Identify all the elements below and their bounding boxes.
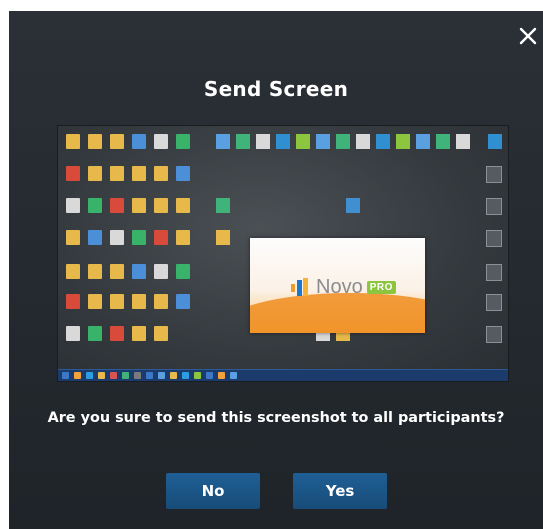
taskbar-app-icon (86, 372, 93, 379)
novo-logo: Novo PRO (288, 275, 396, 299)
screenshot-preview: Novo PRO (57, 125, 509, 382)
desktop-file-icon (176, 294, 190, 309)
desktop-file-icon (176, 198, 190, 213)
desktop-file-icon (66, 230, 80, 245)
desktop-file-icon (154, 326, 168, 341)
desktop-file-icon (88, 166, 102, 181)
desktop-file-icon (316, 134, 330, 149)
desktop-file-icon (488, 134, 502, 149)
desktop-file-icon (486, 230, 502, 247)
send-screen-dialog: Send Screen Novo PRO Are you sure to sen… (9, 11, 543, 529)
desktop-file-icon (154, 166, 168, 181)
desktop-file-icon (436, 134, 450, 149)
novo-splash: Novo PRO (250, 238, 425, 333)
taskbar-app-icon (194, 372, 201, 379)
desktop-file-icon (176, 134, 190, 149)
desktop-file-icon (416, 134, 430, 149)
desktop-file-icon (154, 264, 168, 279)
taskbar-app-icon (158, 372, 165, 379)
desktop-file-icon (154, 134, 168, 149)
desktop-file-icon (336, 134, 350, 149)
desktop-file-icon (176, 264, 190, 279)
desktop-file-icon (88, 264, 102, 279)
desktop-file-icon (132, 264, 146, 279)
desktop-file-icon (88, 326, 102, 341)
desktop-file-icon (110, 166, 124, 181)
taskbar-app-icon (134, 372, 141, 379)
desktop-file-icon (88, 198, 102, 213)
desktop-file-icon (396, 134, 410, 149)
novo-logo-icon (291, 278, 308, 296)
pro-badge: PRO (366, 280, 396, 294)
desktop-file-icon (110, 264, 124, 279)
desktop-file-icon (132, 198, 146, 213)
desktop-file-icon (132, 294, 146, 309)
desktop-file-icon (110, 198, 124, 213)
taskbar-app-icon (122, 372, 129, 379)
confirmation-question: Are you sure to send this screenshot to … (47, 410, 505, 426)
desktop-file-icon (176, 230, 190, 245)
taskbar-app-icon (230, 372, 237, 379)
desktop-file-icon (66, 264, 80, 279)
desktop-file-icon (154, 198, 168, 213)
splash-swoosh (250, 293, 425, 333)
desktop-file-icon (110, 326, 124, 341)
desktop-file-icon (66, 134, 80, 149)
desktop-file-icon (132, 166, 146, 181)
desktop-file-icon (132, 326, 146, 341)
desktop-file-icon (486, 198, 502, 215)
desktop-file-icon (66, 198, 80, 213)
taskbar (58, 369, 508, 381)
desktop-file-icon (132, 230, 146, 245)
desktop-file-icon (216, 134, 230, 149)
novo-brand-text: Novo (316, 275, 363, 298)
dialog-title: Send Screen (203, 77, 349, 101)
desktop-file-icon (154, 294, 168, 309)
taskbar-app-icon (170, 372, 177, 379)
desktop-file-icon (356, 134, 370, 149)
taskbar-app-icon (146, 372, 153, 379)
desktop-file-icon (296, 134, 310, 149)
desktop-file-icon (154, 230, 168, 245)
desktop-file-icon (216, 230, 230, 245)
desktop-file-icon (110, 294, 124, 309)
desktop-file-icon (376, 134, 390, 149)
desktop-file-icon (88, 294, 102, 309)
yes-button[interactable]: Yes (293, 473, 387, 509)
desktop-file-icon (66, 166, 80, 181)
desktop-file-icon (88, 230, 102, 245)
desktop-file-icon (66, 294, 80, 309)
desktop-file-icon (486, 264, 502, 281)
desktop-file-icon (236, 134, 250, 149)
no-button[interactable]: No (166, 473, 260, 509)
desktop-file-icon (276, 134, 290, 149)
desktop-file-icon (110, 230, 124, 245)
taskbar-app-icon (218, 372, 225, 379)
desktop-file-icon (176, 166, 190, 181)
taskbar-app-icon (110, 372, 117, 379)
desktop-file-icon (88, 134, 102, 149)
desktop-file-icon (456, 134, 470, 149)
taskbar-app-icon (206, 372, 213, 379)
desktop-file-icon (486, 294, 502, 311)
desktop-file-icon (486, 166, 502, 183)
desktop-file-icon (346, 198, 360, 213)
desktop-file-icon (216, 198, 230, 213)
desktop-file-icon (66, 326, 80, 341)
desktop-file-icon (110, 134, 124, 149)
taskbar-app-icon (98, 372, 105, 379)
taskbar-app-icon (62, 372, 69, 379)
desktop-file-icon (486, 326, 502, 343)
desktop-file-icon (132, 134, 146, 149)
close-icon[interactable] (517, 25, 539, 47)
desktop-file-icon (256, 134, 270, 149)
taskbar-app-icon (74, 372, 81, 379)
taskbar-app-icon (182, 372, 189, 379)
